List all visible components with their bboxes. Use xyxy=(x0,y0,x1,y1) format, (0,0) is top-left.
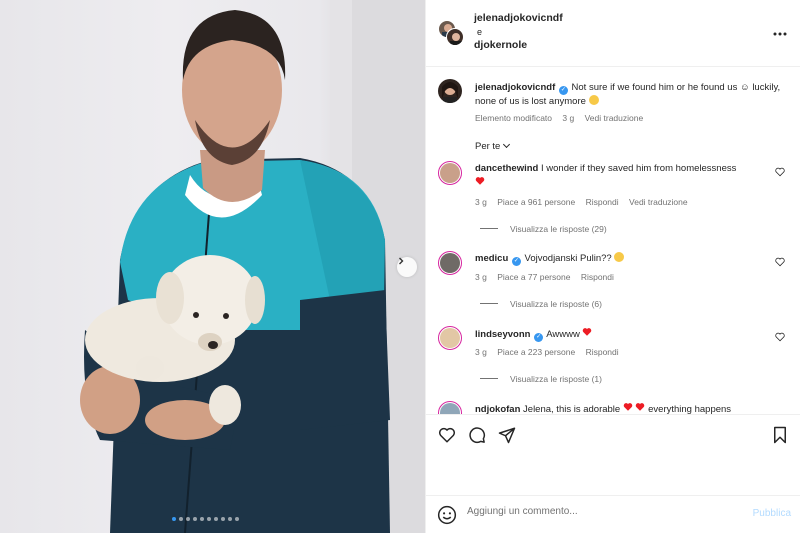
comment-text: medicu ✓ Vojvodjanski Pulin?? xyxy=(475,252,775,266)
reply-button[interactable]: Rispondi xyxy=(586,197,619,207)
like-comment-heart-icon[interactable] xyxy=(775,332,785,342)
next-slide-button[interactable] xyxy=(397,257,417,277)
comment-avatar[interactable] xyxy=(438,161,462,185)
share-send-icon[interactable] xyxy=(498,426,516,444)
comment-username[interactable]: ndjokofan xyxy=(475,404,520,414)
chevron-right-icon xyxy=(399,257,404,265)
view-replies-button[interactable]: Visualizza le risposte (6) xyxy=(480,299,602,309)
comment-username[interactable]: lindseyvonn xyxy=(475,329,530,340)
post-header: jelenadjokovicndf e djokernole xyxy=(426,0,800,67)
comment-likes[interactable]: Piace a 77 persone xyxy=(497,272,570,282)
coauthor-avatar[interactable] xyxy=(446,28,464,46)
add-comment-bar: Pubblica xyxy=(426,495,800,533)
red-heart-emoji-icon xyxy=(636,403,645,411)
authors-separator: e xyxy=(477,26,483,37)
comment-body: Vojvodjanski Pulin?? xyxy=(524,253,612,264)
red-heart-emoji-icon xyxy=(623,403,633,411)
publish-button[interactable]: Pubblica xyxy=(753,508,791,519)
coauthor-username[interactable]: djokernole xyxy=(474,39,527,51)
carousel-dot xyxy=(221,517,225,521)
translate-link[interactable]: Vedi traduzione xyxy=(629,197,688,207)
caption-text: jelenadjokovicndf ✓ Not sure if we found… xyxy=(475,81,785,109)
emoji-picker-icon[interactable] xyxy=(437,505,457,525)
comment-icon[interactable] xyxy=(468,426,486,444)
comment-input[interactable] xyxy=(467,506,737,517)
view-replies-label: Visualizza le risposte (1) xyxy=(510,374,602,384)
comment-username[interactable]: dancethewind xyxy=(475,163,538,174)
caption-time[interactable]: 3 g xyxy=(562,113,574,123)
caption-avatar[interactable] xyxy=(438,79,462,103)
view-replies-button[interactable]: Visualizza le risposte (29) xyxy=(480,224,607,234)
view-replies-button[interactable]: Visualizza le risposte (1) xyxy=(480,374,602,384)
carousel-indicator xyxy=(172,517,239,521)
comment-body: Jelena, this is adorable xyxy=(523,404,621,414)
comment-text: lindseyvonn ✓ Awwww xyxy=(475,327,775,342)
view-replies-label: Visualizza le risposte (6) xyxy=(510,299,602,309)
sort-label: Per te xyxy=(475,141,501,152)
carousel-dot xyxy=(193,517,197,521)
comment-avatar[interactable] xyxy=(438,251,462,275)
verified-badge-icon: ✓ xyxy=(511,256,521,266)
chevron-down-icon xyxy=(503,140,511,149)
comment-body-tail: everything happens xyxy=(648,404,732,414)
comment-likes[interactable]: Piace a 961 persone xyxy=(497,197,575,207)
caption-translate-link[interactable]: Vedi traduzione xyxy=(585,113,644,123)
comment-time[interactable]: 3 g xyxy=(475,197,487,207)
post-photo xyxy=(80,0,425,533)
comment-text: ndjokofan Jelena, this is adorable every… xyxy=(475,402,775,414)
comment-time[interactable]: 3 g xyxy=(475,272,487,282)
smiling-emoji-icon xyxy=(588,95,599,105)
comment-item: ndjokofan Jelena, this is adorable every… xyxy=(438,401,793,414)
red-heart-emoji-icon xyxy=(583,328,592,336)
verified-badge-icon: ✓ xyxy=(558,85,568,95)
reply-button[interactable]: Rispondi xyxy=(581,272,614,282)
comment-time[interactable]: 3 g xyxy=(475,347,487,357)
comment-avatar[interactable] xyxy=(438,401,462,414)
comments-sort-dropdown[interactable]: Per te xyxy=(475,140,511,152)
view-replies-label: Visualizza le risposte (29) xyxy=(510,224,607,234)
reply-button[interactable]: Rispondi xyxy=(586,347,619,357)
comment-meta: 3 g Piace a 223 persone Rispondi xyxy=(475,347,627,357)
author-username[interactable]: jelenadjokovicndf xyxy=(474,12,563,24)
comment-meta: 3 g Piace a 77 persone Rispondi xyxy=(475,272,622,282)
collab-avatars[interactable] xyxy=(438,20,464,46)
comment-text: dancethewind I wonder if they saved him … xyxy=(475,162,775,191)
carousel-dot xyxy=(207,517,211,521)
verified-badge-icon: ✓ xyxy=(534,332,544,342)
like-comment-heart-icon[interactable] xyxy=(775,257,785,267)
red-heart-emoji-icon xyxy=(475,177,485,185)
more-horizontal-icon[interactable] xyxy=(773,26,787,36)
caption-username[interactable]: jelenadjokovicndf xyxy=(475,82,555,93)
comment-body: I wonder if they saved him from homeless… xyxy=(540,163,737,174)
comment-meta: 3 g Piace a 961 persone Rispondi Vedi tr… xyxy=(475,197,696,207)
carousel-dot xyxy=(186,517,190,521)
like-heart-icon[interactable] xyxy=(438,426,456,444)
comment-avatar[interactable] xyxy=(438,326,462,350)
comment-username[interactable]: medicu xyxy=(475,253,508,264)
carousel-dot xyxy=(179,517,183,521)
carousel-dot xyxy=(228,517,232,521)
post-actions xyxy=(426,414,800,489)
grinning-emoji-icon xyxy=(614,252,625,262)
post-media[interactable] xyxy=(0,0,425,533)
post-side-panel: jelenadjokovicndf e djokernole jelenadjo… xyxy=(425,0,800,533)
carousel-dot xyxy=(172,517,176,521)
post-authors: jelenadjokovicndf e djokernole xyxy=(474,11,563,52)
carousel-dot xyxy=(235,517,239,521)
bookmark-save-icon[interactable] xyxy=(772,426,788,444)
carousel-dot xyxy=(214,517,218,521)
like-comment-heart-icon[interactable] xyxy=(775,167,785,177)
comment-body: Awwww xyxy=(546,329,580,340)
carousel-dot xyxy=(200,517,204,521)
comment-likes[interactable]: Piace a 223 persone xyxy=(497,347,575,357)
edited-label: Elemento modificato xyxy=(475,113,553,123)
caption-meta: Elemento modificato 3 g Vedi traduzione xyxy=(475,113,651,123)
